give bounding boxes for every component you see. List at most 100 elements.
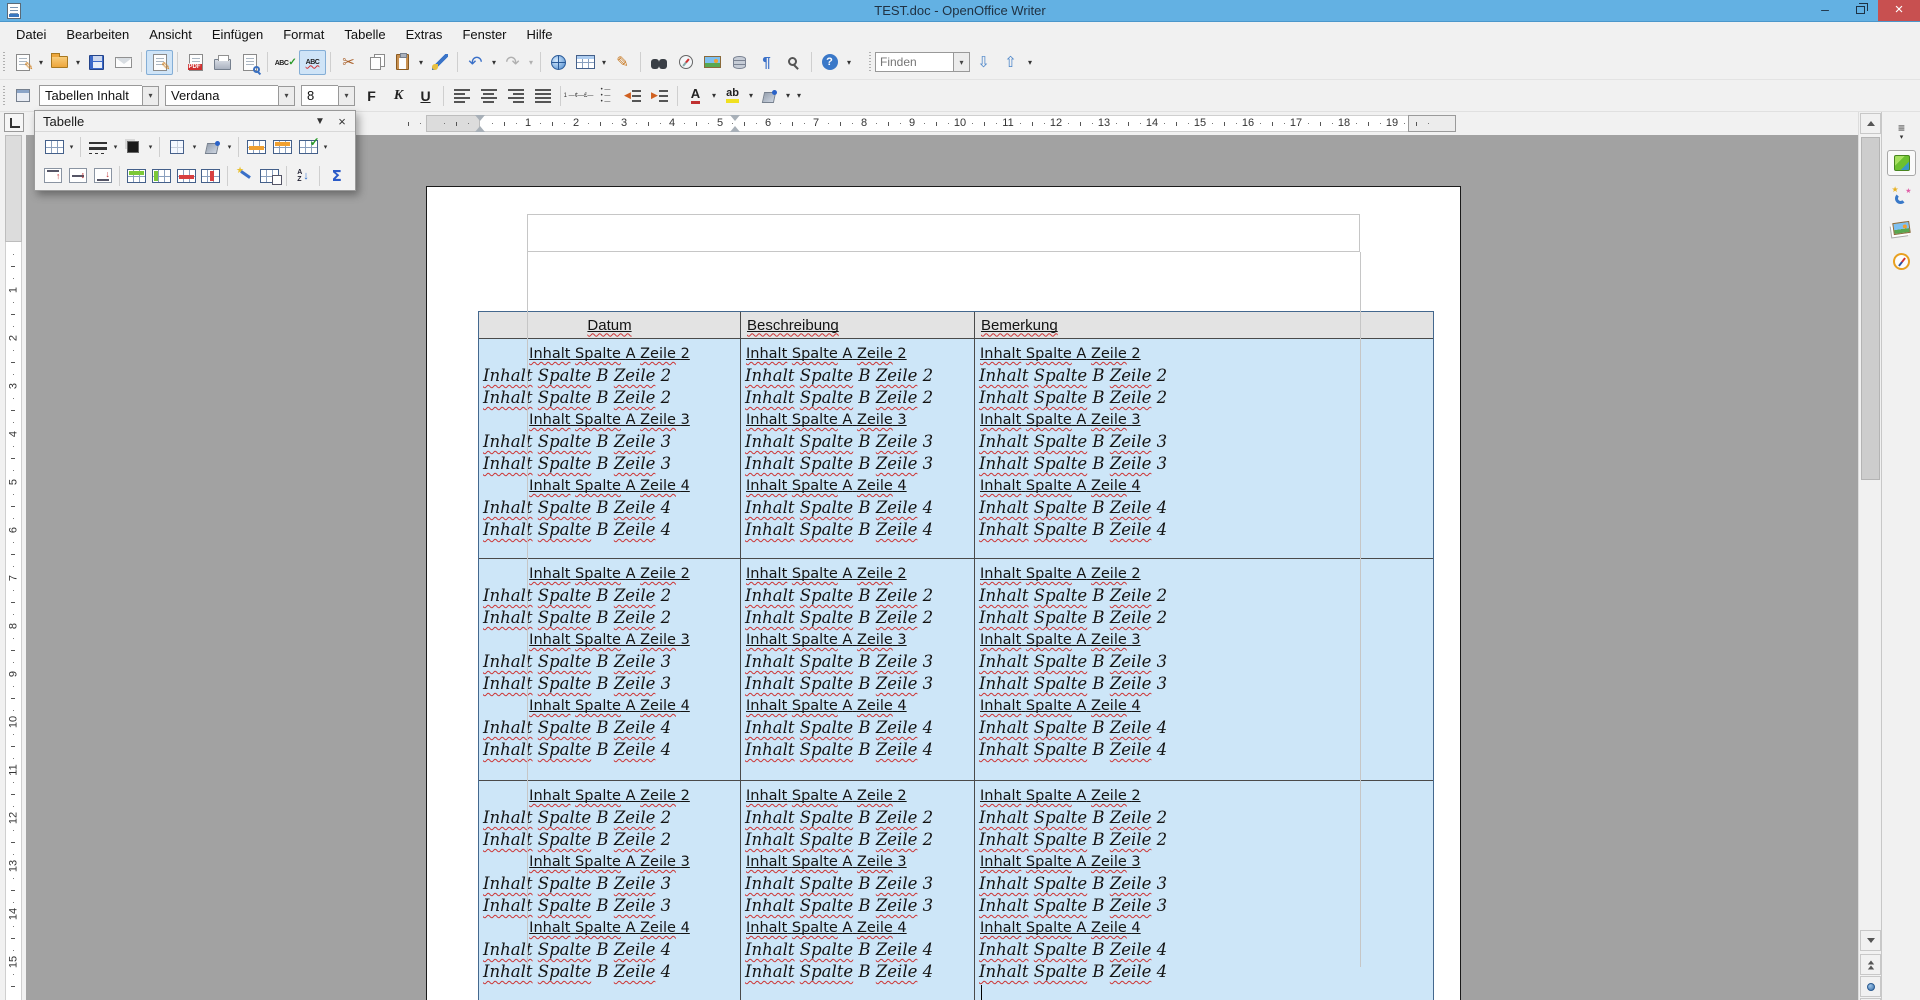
sidebar-tab-properties[interactable] xyxy=(1887,150,1916,176)
close-button[interactable]: × xyxy=(1878,0,1920,21)
open-button[interactable] xyxy=(46,50,73,75)
paste-button[interactable] xyxy=(389,50,416,75)
table-toolbar-titlebar[interactable]: Tabelle ▼ × xyxy=(35,111,355,132)
email-button[interactable] xyxy=(110,50,137,75)
line-style-button[interactable] xyxy=(85,134,111,159)
column-edge-marker[interactable] xyxy=(730,126,740,132)
center-vertical-button[interactable]: ↕ xyxy=(66,163,91,188)
page-preview-button[interactable] xyxy=(236,50,263,75)
autospellcheck-button[interactable]: ABC xyxy=(299,50,326,75)
increase-indent-button[interactable]: ▶ xyxy=(646,83,673,108)
tab-stop-selector[interactable] xyxy=(4,113,24,132)
borders-button[interactable] xyxy=(164,134,190,159)
data-sources-button[interactable] xyxy=(726,50,753,75)
chevron-down-icon[interactable]: ▾ xyxy=(338,86,355,106)
first-line-indent-marker[interactable] xyxy=(475,115,485,121)
table-header-beschreibung[interactable]: Beschreibung xyxy=(741,312,975,338)
background-color-dropdown[interactable]: ▾ xyxy=(783,83,793,108)
find-next-button[interactable]: ⇩ xyxy=(970,50,997,75)
menu-einfuegen[interactable]: Einfügen xyxy=(202,25,273,44)
menu-format[interactable]: Format xyxy=(273,25,334,44)
font-color-button[interactable]: A xyxy=(682,83,709,108)
table-row-group-2[interactable]: Inhalt Spalte A Zeile 2Inhalt Spalte B Z… xyxy=(479,558,1433,780)
table-cell[interactable]: Inhalt Spalte A Zeile 2Inhalt Spalte B Z… xyxy=(479,559,741,780)
find-previous-button[interactable]: ⇧ xyxy=(997,50,1024,75)
insert-table-button[interactable] xyxy=(572,50,599,75)
sidebar-tab-styles[interactable] xyxy=(1887,182,1916,208)
format-paintbrush-button[interactable] xyxy=(426,50,453,75)
decrease-indent-button[interactable]: ◀ xyxy=(619,83,646,108)
show-draw-functions-button[interactable]: ✎ xyxy=(609,50,636,75)
background-color-button[interactable] xyxy=(756,83,783,108)
optimize-button[interactable]: ✓ xyxy=(295,134,321,159)
minimize-button[interactable]: – xyxy=(1808,0,1842,21)
toolbar-grip[interactable] xyxy=(3,52,5,72)
sidebar-tab-gallery[interactable] xyxy=(1887,215,1916,241)
toolbar-grip[interactable] xyxy=(3,86,5,106)
optimize-dropdown[interactable]: ▾ xyxy=(321,134,330,159)
font-color-dropdown[interactable]: ▾ xyxy=(709,83,719,108)
insert-column-button[interactable] xyxy=(149,163,174,188)
find-toolbar-grip[interactable] xyxy=(869,52,871,72)
document-table[interactable]: Datum Beschreibung Bemerkung Inhalt Spal… xyxy=(478,311,1434,1000)
undo-button[interactable]: ↶ xyxy=(462,50,489,75)
table-toolbar[interactable]: Tabelle ▼ × ▾ ▾ ▾ ▾ ▾ ✓ ▾ ↑ ↕ ↓ xyxy=(34,110,356,191)
highlighting-dropdown[interactable]: ▾ xyxy=(746,83,756,108)
copy-button[interactable] xyxy=(362,50,389,75)
insert-row-button[interactable] xyxy=(124,163,149,188)
find-input[interactable] xyxy=(875,52,953,72)
text-cursor-line[interactable] xyxy=(975,983,1433,1000)
align-top-button[interactable]: ↑ xyxy=(41,163,66,188)
find-dropdown[interactable]: ▾ xyxy=(953,52,970,72)
table-background-dropdown[interactable]: ▾ xyxy=(225,134,234,159)
toolbar-overflow[interactable]: ▾ xyxy=(793,84,805,108)
table-cell[interactable]: Inhalt Spalte A Zeile 2Inhalt Spalte B Z… xyxy=(741,339,975,558)
sort-button[interactable]: ↓ xyxy=(291,163,316,188)
split-cells-button[interactable] xyxy=(269,134,295,159)
paste-dropdown[interactable]: ▾ xyxy=(416,50,426,75)
redo-button[interactable]: ↷ xyxy=(499,50,526,75)
underline-button[interactable]: U xyxy=(412,83,439,108)
menu-bearbeiten[interactable]: Bearbeiten xyxy=(56,25,139,44)
previous-page-button[interactable] xyxy=(1860,954,1881,975)
zoom-button[interactable] xyxy=(780,50,807,75)
table-dropdown[interactable]: ▾ xyxy=(67,134,76,159)
borders-dropdown[interactable]: ▾ xyxy=(190,134,199,159)
save-button[interactable] xyxy=(83,50,110,75)
new-document-button[interactable]: ✎ xyxy=(9,50,36,75)
spellcheck-button[interactable]: ABC✓ xyxy=(272,50,299,75)
table-header-bemerkung[interactable]: Bemerkung xyxy=(975,312,1433,338)
table-cell[interactable]: Inhalt Spalte A Zeile 2Inhalt Spalte B Z… xyxy=(741,559,975,780)
table-toolbar-dropdown[interactable]: ▼ xyxy=(311,113,329,129)
redo-dropdown[interactable]: ▾ xyxy=(526,50,536,75)
gallery-button[interactable] xyxy=(699,50,726,75)
print-button[interactable] xyxy=(209,50,236,75)
menu-extras[interactable]: Extras xyxy=(396,25,453,44)
menu-tabelle[interactable]: Tabelle xyxy=(334,25,395,44)
find-replace-button[interactable] xyxy=(645,50,672,75)
right-indent-marker[interactable] xyxy=(730,115,740,121)
restore-button[interactable] xyxy=(1844,0,1878,21)
align-center-button[interactable] xyxy=(475,83,502,108)
table-properties-button[interactable] xyxy=(257,163,282,188)
open-dropdown[interactable]: ▾ xyxy=(73,50,83,75)
bold-button[interactable]: F xyxy=(358,83,385,108)
table-toolbar-close-icon[interactable]: × xyxy=(333,113,351,129)
table-header-datum[interactable]: Datum xyxy=(479,312,741,338)
edit-mode-button[interactable]: ✎ xyxy=(146,50,173,75)
sidebar-tab-navigator[interactable] xyxy=(1887,248,1916,274)
navigation-button[interactable] xyxy=(1860,976,1881,997)
formatting-marks-button[interactable]: ¶ xyxy=(753,50,780,75)
table-cell[interactable]: Inhalt Spalte A Zeile 2Inhalt Spalte B Z… xyxy=(975,339,1433,558)
align-right-button[interactable] xyxy=(502,83,529,108)
italic-button[interactable]: K xyxy=(385,83,412,108)
merge-cells-button[interactable] xyxy=(243,134,269,159)
table-cell[interactable]: Inhalt Spalte A Zeile 2Inhalt Spalte B Z… xyxy=(975,781,1433,1000)
cut-button[interactable]: ✂ xyxy=(335,50,362,75)
export-pdf-button[interactable]: PDF xyxy=(182,50,209,75)
table-button[interactable] xyxy=(41,134,67,159)
numbered-list-button[interactable] xyxy=(565,83,592,108)
align-left-button[interactable] xyxy=(448,83,475,108)
table-row-group-3[interactable]: Inhalt Spalte A Zeile 2Inhalt Spalte B Z… xyxy=(479,780,1433,1000)
left-indent-marker[interactable] xyxy=(475,126,485,132)
